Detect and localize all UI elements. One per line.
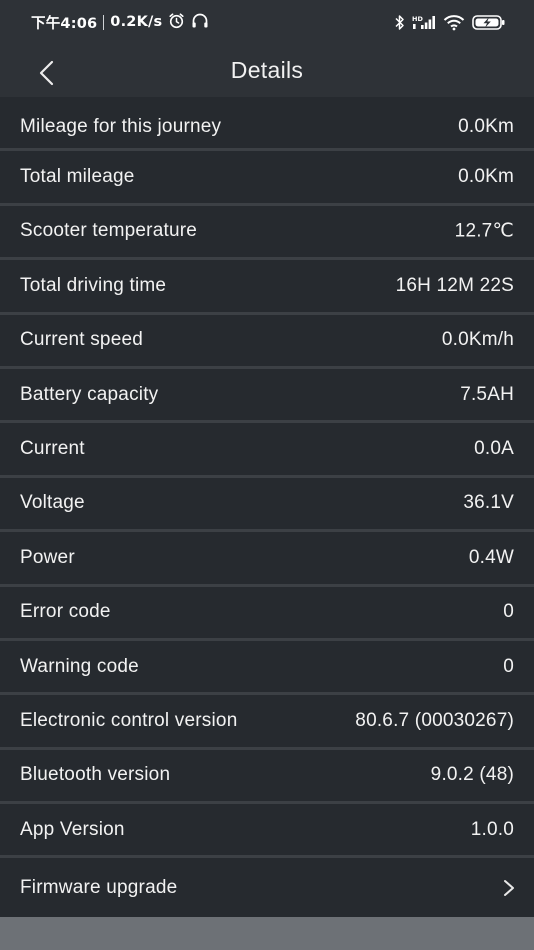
detail-label: Total driving time <box>20 274 167 296</box>
detail-label: Current speed <box>20 329 144 351</box>
bluetooth-icon <box>395 14 405 31</box>
detail-value: 0 <box>503 601 514 623</box>
detail-row-bluetooth-version: Bluetooth version 9.0.2 (48) <box>0 749 534 805</box>
detail-row-current-speed: Current speed 0.0Km/h <box>0 314 534 369</box>
page-title: Details <box>230 57 304 83</box>
bottom-bar <box>0 917 534 950</box>
detail-row-warning-code: Warning code 0 <box>0 640 534 696</box>
detail-row-total-driving-time: Total driving time 16H 12M 22S <box>0 260 534 315</box>
detail-value: 9.0.2 (48) <box>430 764 514 786</box>
detail-row-current: Current 0.0A <box>0 423 534 478</box>
detail-label: Battery capacity <box>20 383 159 405</box>
hd-signal-icon: HD <box>412 14 436 31</box>
detail-label: Scooter temperature <box>20 220 197 242</box>
chevron-right-icon <box>504 880 514 897</box>
status-left: 下午4:06 0.2K/s <box>31 12 209 32</box>
detail-row-voltage: Voltage 36.1V <box>0 477 534 533</box>
detail-value: 0.0Km <box>458 166 514 188</box>
detail-row-scooter-temperature: Scooter temperature 12.7℃ <box>0 205 534 261</box>
detail-value: 7.5AH <box>460 383 514 405</box>
detail-label: Total mileage <box>20 166 135 188</box>
detail-row-battery-capacity: Battery capacity 7.5AH <box>0 368 534 424</box>
detail-label: App Version <box>20 818 125 840</box>
status-bar: 下午4:06 0.2K/s HD <box>0 0 534 42</box>
detail-row-total-mileage: Total mileage 0.0Km <box>0 151 534 206</box>
detail-row-power: Power 0.4W <box>0 532 534 587</box>
firmware-upgrade-label: Firmware upgrade <box>20 877 178 899</box>
detail-label: Mileage for this journey <box>20 115 222 137</box>
detail-value: 36.1V <box>463 492 514 514</box>
detail-value: 16H 12M 22S <box>395 274 514 296</box>
detail-value: 12.7℃ <box>454 220 514 242</box>
detail-label: Voltage <box>20 492 85 514</box>
detail-row-error-code: Error code 0 <box>0 586 534 641</box>
detail-value: 80.6.7 (00030267) <box>355 709 514 731</box>
svg-text:HD: HD <box>412 15 423 23</box>
alarm-icon <box>168 12 185 33</box>
detail-value: 0.4W <box>468 546 514 568</box>
detail-label: Current <box>20 438 85 460</box>
detail-value: 0.0A <box>474 438 514 460</box>
status-right: HD <box>395 12 506 32</box>
detail-label: Power <box>20 546 75 568</box>
detail-value: 0.0Km/h <box>441 329 514 351</box>
battery-charging-icon <box>472 14 506 31</box>
wifi-icon <box>443 14 465 31</box>
status-time: 下午4:06 <box>31 15 98 32</box>
detail-value: 0 <box>503 655 514 677</box>
headset-icon <box>191 12 209 33</box>
details-list: Mileage for this journey 0.0Km Total mil… <box>0 97 534 919</box>
network-speed: 0.2K/s <box>110 14 163 30</box>
detail-row-app-version: App Version 1.0.0 <box>0 804 534 859</box>
detail-label: Warning code <box>20 655 139 677</box>
detail-row-mileage-journey: Mileage for this journey 0.0Km <box>0 97 534 152</box>
detail-value: 0.0Km <box>458 115 514 137</box>
status-divider <box>103 14 105 30</box>
app-header: 下午4:06 0.2K/s HD Details <box>0 0 534 109</box>
detail-row-electronic-control-version: Electronic control version 80.6.7 (00030… <box>0 695 534 750</box>
detail-label: Error code <box>20 601 111 623</box>
detail-label: Bluetooth version <box>20 764 171 786</box>
firmware-upgrade-button[interactable]: Firmware upgrade <box>0 858 534 919</box>
detail-value: 1.0.0 <box>470 818 514 840</box>
detail-label: Electronic control version <box>20 709 238 731</box>
